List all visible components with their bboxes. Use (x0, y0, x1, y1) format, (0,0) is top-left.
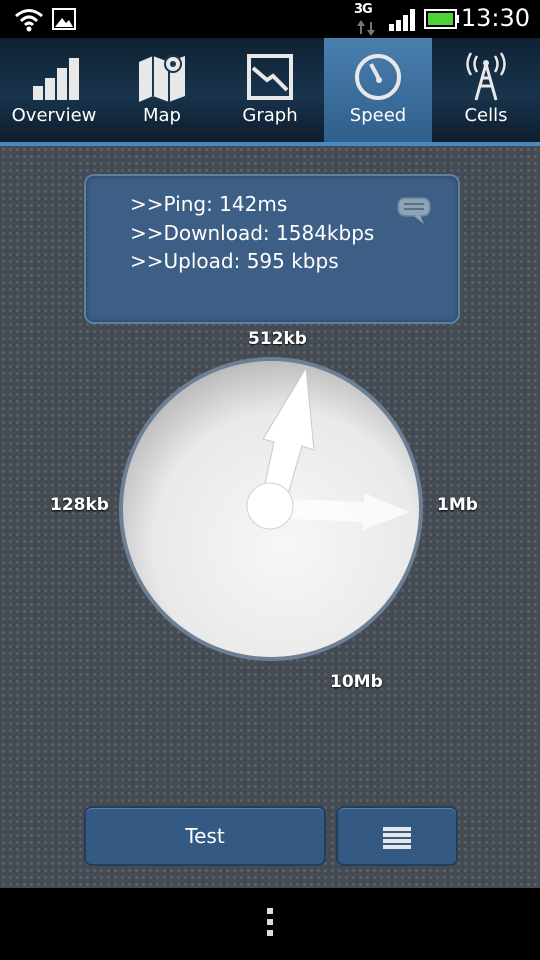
speech-bubble-icon[interactable] (396, 196, 432, 226)
tab-speed[interactable]: Speed (324, 38, 432, 142)
dial-label-512kb: 512kb (248, 329, 307, 349)
signal-strength-icon (389, 9, 415, 31)
status-clock: 13:30 (460, 4, 530, 32)
network-type-text: 3G (354, 2, 373, 17)
speedometer-icon (355, 54, 401, 100)
status-bar: 3G 13:30 (0, 0, 540, 38)
ping-result: >>Ping: 142ms (130, 192, 288, 216)
tab-overview[interactable]: Overview (0, 38, 108, 142)
navigation-bar (0, 888, 540, 960)
tab-bar: Overview Map Graph Speed Cells (0, 38, 540, 146)
speed-test-screen: >>Ping: 142ms >>Download: 1584kbps >>Upl… (0, 146, 540, 888)
dial-label-1mb: 1Mb (437, 495, 478, 515)
network-3g-icon: 3G (354, 2, 373, 17)
line-graph-icon (247, 54, 293, 100)
tab-overview-label: Overview (11, 105, 97, 126)
tab-cells-label: Cells (464, 105, 508, 126)
cell-tower-icon (466, 52, 506, 101)
tab-cells[interactable]: Cells (432, 38, 540, 142)
list-button[interactable] (336, 806, 458, 866)
bar-chart-icon (33, 58, 79, 100)
tab-map[interactable]: Map (108, 38, 216, 142)
picture-notification-icon (52, 8, 76, 30)
upload-result: >>Upload: 595 kbps (130, 249, 339, 273)
tab-speed-label: Speed (349, 105, 407, 126)
tab-map-label: Map (143, 105, 181, 126)
results-panel: >>Ping: 142ms >>Download: 1584kbps >>Upl… (84, 174, 460, 324)
network-activity-arrows-icon (357, 20, 375, 36)
test-button[interactable]: Test (84, 806, 326, 866)
battery-icon (424, 9, 459, 29)
dial-label-128kb: 128kb (50, 495, 109, 515)
overflow-menu-icon[interactable] (265, 908, 275, 944)
list-icon (383, 826, 411, 849)
map-pin-icon (139, 55, 185, 102)
gauge-hub (246, 482, 294, 530)
speed-gauge (119, 357, 423, 661)
tab-graph[interactable]: Graph (216, 38, 324, 142)
test-button-label: Test (185, 824, 225, 848)
tab-graph-label: Graph (242, 105, 298, 126)
wifi-icon (15, 9, 43, 32)
dial-label-10mb: 10Mb (330, 672, 383, 692)
download-result: >>Download: 1584kbps (130, 221, 375, 245)
